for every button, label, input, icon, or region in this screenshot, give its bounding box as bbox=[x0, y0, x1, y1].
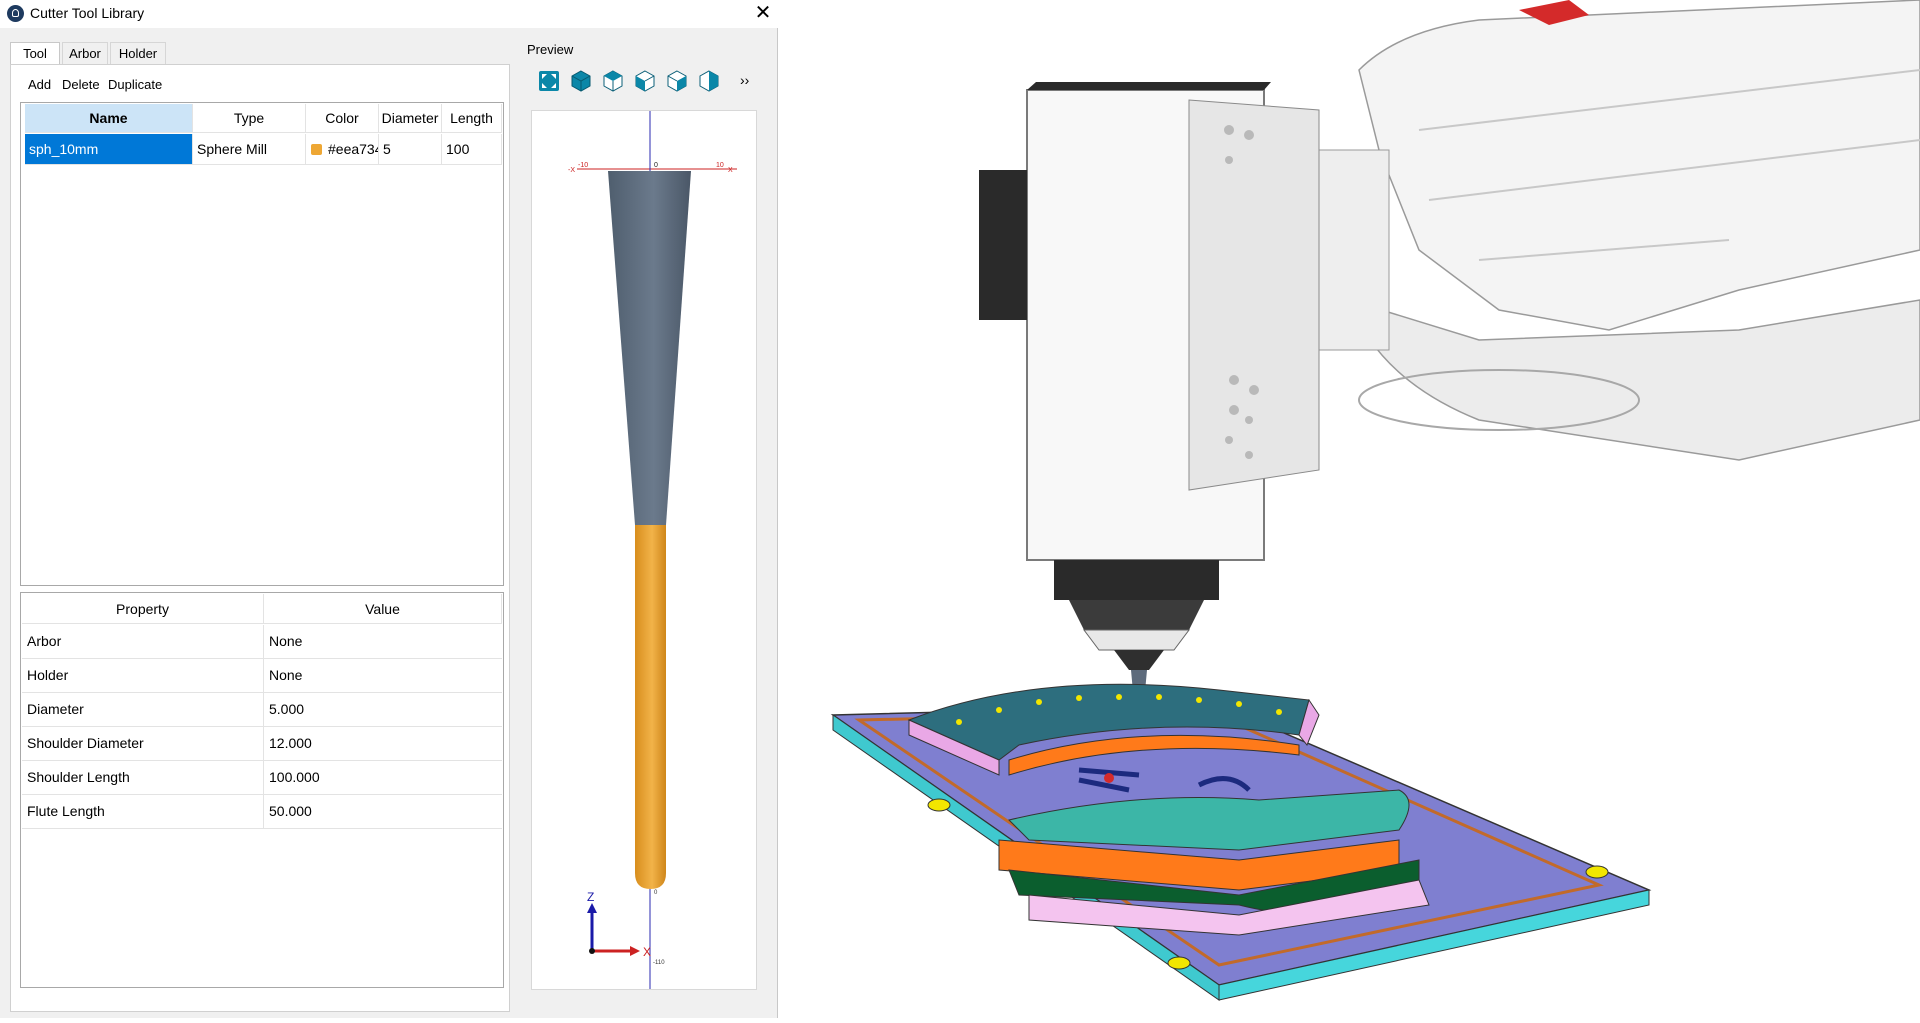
more-tools-button[interactable]: ›› bbox=[740, 72, 749, 88]
property-row[interactable]: Shoulder Length 100.000 bbox=[22, 761, 502, 795]
title-bar: Cutter Tool Library ✕ bbox=[0, 0, 778, 28]
tab-tool[interactable]: Tool bbox=[10, 42, 60, 66]
cutter-tool-library-dialog: Cutter Tool Library ✕ Tool Arbor Holder … bbox=[0, 0, 778, 1018]
property-name: Flute Length bbox=[22, 795, 264, 828]
column-header-diameter[interactable]: Diameter bbox=[379, 104, 442, 133]
property-name: Holder bbox=[22, 659, 264, 692]
column-header-length[interactable]: Length bbox=[442, 104, 502, 133]
spindle-housing-top bbox=[1027, 82, 1271, 90]
property-value[interactable]: None bbox=[264, 659, 502, 692]
iso-view-icon[interactable] bbox=[568, 68, 594, 94]
top-view-icon[interactable] bbox=[600, 68, 626, 94]
axis-origin bbox=[589, 948, 595, 954]
tool-table: Name Type Color Diameter Length sph_10mm… bbox=[20, 102, 504, 586]
property-value[interactable]: 5.000 bbox=[264, 693, 502, 726]
cell-name[interactable]: sph_10mm bbox=[25, 134, 193, 165]
cell-length[interactable]: 100 bbox=[442, 134, 502, 165]
property-value[interactable]: 12.000 bbox=[264, 727, 502, 760]
tab-holder[interactable]: Holder bbox=[110, 42, 166, 64]
property-name: Arbor bbox=[22, 625, 264, 658]
column-header-value: Value bbox=[264, 594, 502, 624]
duplicate-button[interactable]: Duplicate bbox=[108, 77, 162, 92]
tool-flute bbox=[635, 525, 666, 889]
property-value[interactable]: 100.000 bbox=[264, 761, 502, 794]
cell-color-value: #eea734 bbox=[328, 141, 379, 157]
fit-view-icon[interactable] bbox=[536, 68, 562, 94]
front-view-icon[interactable] bbox=[632, 68, 658, 94]
cell-diameter[interactable]: 5 bbox=[379, 134, 442, 165]
preview-label: Preview bbox=[527, 42, 574, 57]
property-row[interactable]: Diameter 5.000 bbox=[22, 693, 502, 727]
tool-preview-canvas: -X -10 10 X 0 0 Z X -110 bbox=[568, 111, 737, 989]
tool-preview-viewport[interactable]: -X -10 10 X 0 0 Z X -110 bbox=[531, 110, 757, 990]
spindle-side-plate bbox=[1188, 99, 1320, 491]
property-value[interactable]: 50.000 bbox=[264, 795, 502, 828]
cell-type[interactable]: Sphere Mill bbox=[193, 134, 306, 165]
property-row[interactable]: Flute Length 50.000 bbox=[22, 795, 502, 829]
collet bbox=[1114, 650, 1164, 670]
close-button[interactable]: ✕ bbox=[752, 2, 774, 24]
ruler-left-value: -10 bbox=[578, 162, 588, 169]
preview-toolbar: ›› bbox=[532, 68, 762, 98]
cell-color[interactable]: #eea734 bbox=[306, 134, 379, 165]
bottom-mark: -110 bbox=[653, 960, 665, 966]
spindle-nose-ring bbox=[1083, 629, 1190, 651]
robot-cell-scene bbox=[830, 0, 1920, 1001]
property-row[interactable]: Shoulder Diameter 12.000 bbox=[22, 727, 502, 761]
property-name: Shoulder Diameter bbox=[22, 727, 264, 760]
tab-arbor[interactable]: Arbor bbox=[62, 42, 108, 64]
property-row[interactable]: Arbor None bbox=[22, 625, 502, 659]
robot-upper-arm bbox=[1358, 0, 1920, 331]
x-axis-label: X bbox=[643, 945, 651, 959]
window-title: Cutter Tool Library bbox=[30, 5, 145, 21]
section-view-icon[interactable] bbox=[696, 68, 722, 94]
spindle-collar bbox=[1054, 560, 1219, 600]
app-logo-icon bbox=[7, 5, 24, 22]
z-axis-arrowhead bbox=[587, 903, 597, 913]
property-name: Shoulder Length bbox=[22, 761, 264, 794]
tool-shank bbox=[608, 171, 691, 525]
z-axis-label: Z bbox=[587, 890, 594, 904]
column-header-property: Property bbox=[22, 594, 264, 624]
column-header-name[interactable]: Name bbox=[25, 104, 193, 133]
side-view-icon[interactable] bbox=[664, 68, 690, 94]
ruler-right-value: 10 bbox=[716, 162, 724, 169]
ruler-left-label: -X bbox=[568, 167, 575, 174]
add-button[interactable]: Add bbox=[28, 77, 51, 92]
robot-lower-housing bbox=[1347, 298, 1920, 461]
column-header-type[interactable]: Type bbox=[193, 104, 306, 133]
engraved-logo-dot bbox=[1104, 773, 1114, 783]
property-table: Property Value Arbor None Holder None Di… bbox=[20, 592, 504, 988]
property-row[interactable]: Holder None bbox=[22, 659, 502, 693]
property-name: Diameter bbox=[22, 693, 264, 726]
delete-button[interactable]: Delete bbox=[62, 77, 100, 92]
x-axis-arrowhead bbox=[630, 946, 640, 956]
column-header-color[interactable]: Color bbox=[306, 104, 379, 133]
tool-tip-mark: 0 bbox=[654, 890, 658, 896]
ruler-right-label: X bbox=[728, 167, 733, 174]
spindle-motor-block bbox=[979, 170, 1027, 320]
property-value[interactable]: None bbox=[264, 625, 502, 658]
ruler-zero-label: 0 bbox=[654, 162, 658, 169]
3d-simulation-viewport[interactable] bbox=[779, 0, 1920, 1018]
color-swatch bbox=[311, 144, 322, 155]
spindle-nut bbox=[1069, 600, 1204, 630]
